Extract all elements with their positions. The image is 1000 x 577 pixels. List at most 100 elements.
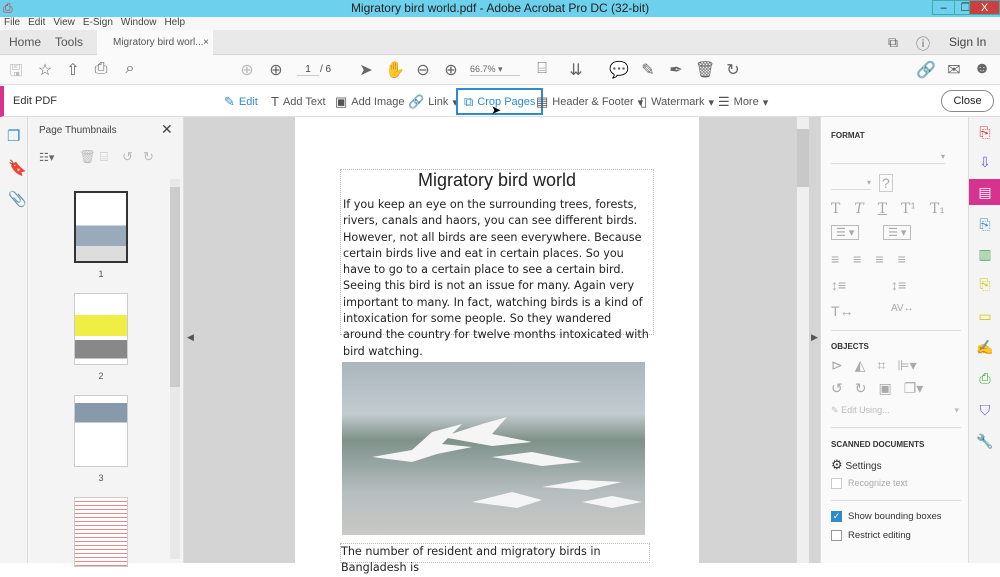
crop-image-icon[interactable]: ⌗ [878,357,886,374]
thumb-rotate-left-icon[interactable]: ↺ [122,149,133,165]
settings-button[interactable]: ⚙ Settings [831,457,882,473]
horizontal-scale-icon[interactable]: T↔ [831,303,854,319]
font-family-select[interactable]: ▾ [831,152,945,164]
search-icon[interactable]: ⌕ [120,60,140,78]
edit-pdf-tool-icon[interactable]: ▤ [969,179,1000,205]
add-text-button[interactable]: T Add Text [271,94,326,109]
sign-icon[interactable]: ✒ [666,60,686,80]
restrict-editing-checkbox[interactable]: Restrict editing [831,530,911,541]
more-tools-icon[interactable]: 🔧 [969,428,1000,454]
menu-window[interactable]: Window [121,17,157,30]
next-page-icon[interactable]: ⊕ [266,60,286,80]
page-thumbnail-4[interactable] [74,497,128,567]
minimize-button[interactable]: – [932,0,955,15]
share-icon[interactable]: ⧉ [888,34,898,51]
header-footer-button[interactable]: ▤ Header & Footer ▾ [536,94,643,110]
align-right-icon[interactable]: ≡ [875,251,883,267]
add-user-icon[interactable]: ☻ [972,60,992,78]
bookmark-star-icon[interactable]: ☆ [35,60,55,80]
page-fit-icon[interactable]: ⌸ [532,60,552,78]
highlight-pen-icon[interactable]: ✎ [638,60,658,80]
more-button[interactable]: ☰ More ▾ [718,94,768,110]
text-bounding-box[interactable]: The number of resident and migratory bir… [340,543,650,574]
char-spacing-icon[interactable]: AV↔ [891,303,914,314]
thumb-delete-icon[interactable]: 🗑 [79,149,96,165]
protect-shield-icon[interactable]: ⛉ [969,397,1000,423]
recognize-text-checkbox[interactable]: Recognize text [831,478,908,490]
paragraph-spacing-icon[interactable]: ↕≡ [891,277,906,293]
share-link-icon[interactable]: 🔗 [916,60,936,80]
bookmarks-icon[interactable]: 🔖 [8,159,27,177]
underline-text-icon[interactable]: T [878,201,887,217]
zoom-out-icon[interactable]: ⊖ [413,60,433,80]
replace-image-icon[interactable]: ▣ [878,380,891,397]
tab-tools[interactable]: Tools [55,30,83,55]
organize-pages-icon[interactable]: ▥ [969,241,1000,267]
close-tab-icon[interactable]: × [203,30,209,55]
bullet-list-icon[interactable]: ☰ ▾ [831,225,860,240]
thumb-insert-icon[interactable]: ⌸ [100,149,108,165]
page-number-input[interactable]: 1 [297,64,319,76]
rotate-right-icon[interactable]: ↻ [855,380,867,397]
fill-sign-icon[interactable]: ⎘ [969,271,1000,297]
create-pdf-icon[interactable]: ⎘ [969,119,1000,145]
rotate-icon[interactable]: ↻ [723,60,743,80]
menu-edit[interactable]: Edit [28,17,45,30]
page-thumbnail-3[interactable] [74,395,128,467]
flip-horizontal-icon[interactable]: ◭ [855,357,866,374]
menu-file[interactable]: File [4,17,20,30]
prev-page-icon[interactable]: ⊕ [237,60,257,80]
link-button[interactable]: 🔗 Link ▾ [408,94,458,110]
thumbnails-scrollbar[interactable] [170,179,180,559]
collapse-right-icon[interactable]: ▶ [811,332,818,343]
help-circle-icon[interactable]: ? [879,174,893,192]
bold-text-icon[interactable]: T [831,201,840,217]
thumbnail-options-icon[interactable]: ☷▾ [39,151,54,164]
sign-in-link[interactable]: Sign In [949,30,986,55]
tab-home[interactable]: Home [9,30,41,55]
menu-esign[interactable]: E-Sign [83,17,113,30]
flip-vertical-icon[interactable]: ⊳ [831,357,843,374]
hand-tool-icon[interactable]: ✋ [385,60,405,80]
delete-icon[interactable]: 🗑 [695,60,715,80]
print-icon[interactable]: ⎙ [91,60,111,78]
subscript-icon[interactable]: T₁ [930,201,945,217]
help-icon[interactable]: ⓘ [916,34,930,54]
edit-button[interactable]: ✎ Edit [224,94,258,110]
collapse-left-icon[interactable]: ◀ [187,332,194,343]
show-bounding-boxes-checkbox[interactable]: ✓ Show bounding boxes [831,511,942,522]
upload-cloud-icon[interactable]: ⇧ [63,60,83,80]
italic-text-icon[interactable]: T [854,201,863,217]
align-center-icon[interactable]: ≡ [853,251,861,267]
close-edit-button[interactable]: Close [941,90,994,112]
numbered-list-icon[interactable]: ☰ ▾ [883,225,912,240]
page-thumbnails-icon[interactable]: ❐ [7,127,20,145]
edit-using-select[interactable]: ✎ Edit Using... ▾ [831,405,959,416]
text-bounding-box[interactable]: Migratory bird world If you keep an eye … [340,169,654,358]
watermark-button[interactable]: ▯ Watermark ▾ [640,94,714,110]
align-objects-icon[interactable]: ⊫▾ [897,357,916,374]
email-icon[interactable]: ✉ [944,60,964,80]
page-thumbnail-1[interactable] [74,191,128,263]
superscript-icon[interactable]: T¹ [901,201,916,217]
scroll-mode-icon[interactable]: ⇊ [566,60,586,80]
menu-help[interactable]: Help [164,17,185,30]
page-thumbnail-2[interactable] [74,293,128,365]
combine-files-icon[interactable]: ⇩ [969,149,1000,175]
rotate-left-icon[interactable]: ↺ [831,380,843,397]
zoom-in-icon[interactable]: ⊕ [441,60,461,80]
comment-tool-icon[interactable]: ▭ [969,303,1000,329]
arrange-icon[interactable]: ❐▾ [904,380,924,397]
comment-icon[interactable]: 💬 [609,60,629,80]
close-window-button[interactable]: X [969,0,1000,15]
select-cursor-icon[interactable]: ➤ [356,60,376,80]
font-size-select[interactable]: ▾ [831,178,871,190]
menu-view[interactable]: View [53,17,75,30]
document-scrollbar[interactable] [797,117,809,563]
save-icon[interactable]: 🖫 [6,60,26,87]
tab-document[interactable]: Migratory bird worl... × [97,30,213,55]
line-spacing-icon[interactable]: ↕≡ [831,277,846,293]
print-production-icon[interactable]: ⎙ [969,365,1000,391]
align-left-icon[interactable]: ≡ [831,251,839,267]
export-pdf-icon[interactable]: ⎘ [969,211,1000,237]
